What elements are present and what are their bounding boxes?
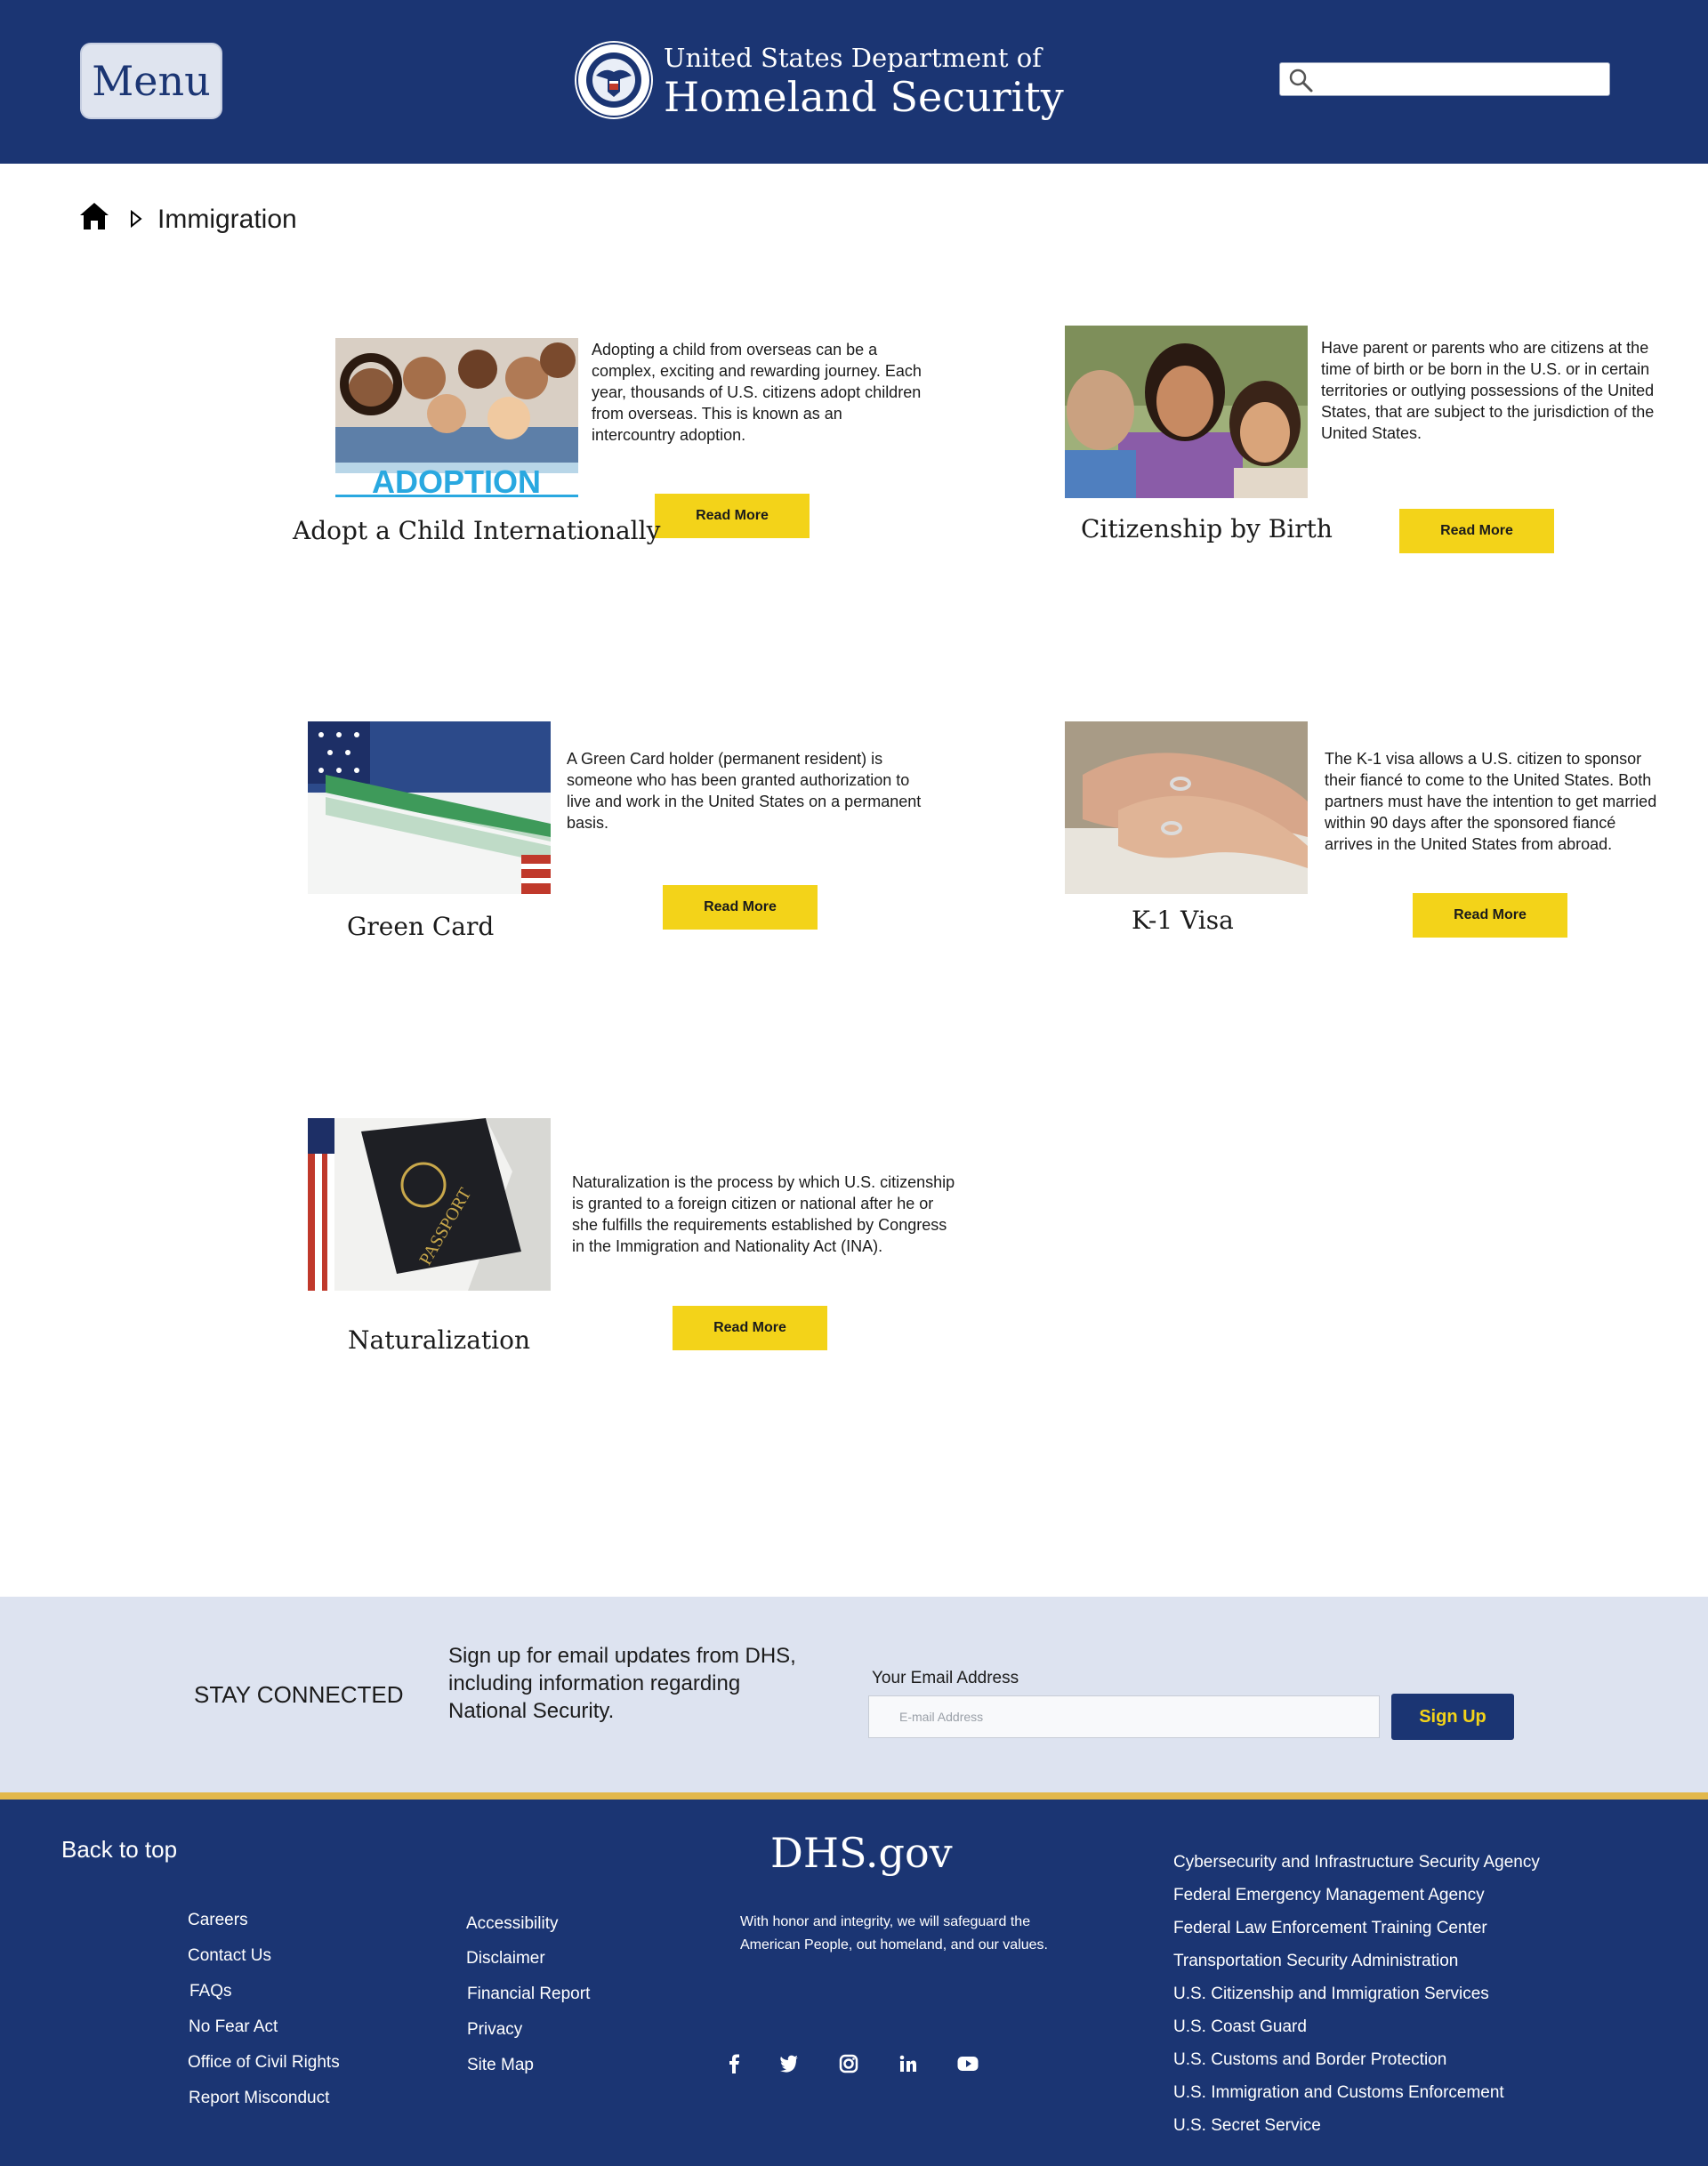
linkedin-icon[interactable] [896, 2051, 921, 2076]
footer-link-no-fear-act[interactable]: No Fear Act [189, 2017, 278, 2037]
twitter-icon[interactable] [777, 2051, 802, 2076]
search-input[interactable] [1319, 63, 1607, 97]
read-more-citizenship-button[interactable]: Read More [1399, 509, 1554, 553]
card-description: Naturalization is the process by which U… [572, 1173, 955, 1255]
footer-link-report-misconduct[interactable]: Report Misconduct [189, 2089, 329, 2108]
card-title-citizenship[interactable]: Citizenship by Birth [1081, 514, 1333, 544]
stay-connected-description: Sign up for email updates from DHS, incl… [448, 1644, 796, 1723]
card-description: A Green Card holder (permanent resident)… [567, 750, 922, 832]
card-title-adopt[interactable]: Adopt a Child Internationally [293, 516, 660, 545]
card-title-k1-visa[interactable]: K-1 Visa [1132, 906, 1234, 935]
breadcrumb-current: Immigration [157, 205, 297, 234]
adoption-image[interactable]: ADOPTION [335, 329, 578, 498]
agency-link-ice[interactable]: U.S. Immigration and Customs Enforcement [1173, 2083, 1504, 2103]
menu-button[interactable]: Menu [80, 43, 222, 119]
footer-link-careers[interactable]: Careers [188, 1911, 248, 1930]
search-icon[interactable] [1287, 67, 1314, 93]
breadcrumb-arrow-icon [129, 209, 143, 229]
agency-link-uscis[interactable]: U.S. Citizenship and Immigration Service… [1173, 1985, 1489, 2004]
agency-link-fletc[interactable]: Federal Law Enforcement Training Center [1173, 1919, 1487, 1938]
naturalization-image[interactable]: PASSPORT [308, 1118, 551, 1291]
footer-link-contact-us[interactable]: Contact Us [188, 1946, 271, 1966]
dept-name-line1: United States Department of [664, 43, 1042, 73]
stay-connected-title: STAY CONNECTED [194, 1681, 404, 1708]
read-more-adopt-button[interactable]: Read More [655, 494, 810, 538]
footer-link-accessibility[interactable]: Accessibility [466, 1914, 558, 1934]
facebook-icon[interactable] [721, 2051, 746, 2076]
youtube-icon[interactable] [955, 2051, 980, 2076]
agency-link-uscg[interactable]: U.S. Coast Guard [1173, 2017, 1307, 2037]
footer-link-site-map[interactable]: Site Map [467, 2056, 534, 2075]
instagram-icon[interactable] [836, 2051, 861, 2076]
agency-link-tsa[interactable]: Transportation Security Administration [1173, 1952, 1458, 1971]
card-description: Have parent or parents who are citizens … [1321, 339, 1655, 442]
dhs-seal-icon[interactable] [574, 40, 654, 120]
footer-site-name[interactable]: DHS.gov [770, 1829, 953, 1877]
home-icon[interactable] [78, 200, 110, 232]
email-label: Your Email Address [872, 1669, 1019, 1687]
footer-link-faqs[interactable]: FAQs [189, 1982, 232, 2001]
card-title-green-card[interactable]: Green Card [347, 912, 494, 941]
footer-link-privacy[interactable]: Privacy [467, 2020, 522, 2040]
footer-link-civil-rights[interactable]: Office of Civil Rights [188, 2053, 340, 2073]
read-more-naturalization-button[interactable]: Read More [673, 1306, 827, 1350]
k1-visa-image[interactable] [1065, 721, 1308, 894]
back-to-top-link[interactable]: Back to top [61, 1836, 177, 1864]
agency-link-cbp[interactable]: U.S. Customs and Border Protection [1173, 2050, 1446, 2070]
card-description: The K-1 visa allows a U.S. citizen to sp… [1325, 750, 1657, 853]
agency-link-usss[interactable]: U.S. Secret Service [1173, 2116, 1321, 2136]
dept-name-line2[interactable]: Homeland Security [664, 73, 1064, 121]
adoption-image-caption: ADOPTION [372, 463, 541, 498]
green-card-image[interactable] [308, 721, 551, 894]
citizenship-image[interactable] [1065, 326, 1308, 498]
sign-up-button[interactable]: Sign Up [1391, 1694, 1514, 1740]
footer-tagline: With honor and integrity, we will safegu… [740, 1914, 1048, 1953]
footer-link-financial-report[interactable]: Financial Report [467, 1985, 590, 2004]
card-description: Adopting a child from overseas can be a … [592, 341, 922, 444]
search-box [1279, 62, 1610, 97]
agency-link-fema[interactable]: Federal Emergency Management Agency [1173, 1886, 1485, 1905]
footer-divider [0, 1792, 1708, 1800]
agency-link-cisa[interactable]: Cybersecurity and Infrastructure Securit… [1173, 1853, 1540, 1872]
footer-link-disclaimer[interactable]: Disclaimer [466, 1949, 545, 1969]
read-more-k1-visa-button[interactable]: Read More [1413, 893, 1567, 938]
read-more-green-card-button[interactable]: Read More [663, 885, 818, 930]
card-title-naturalization[interactable]: Naturalization [348, 1325, 530, 1355]
email-field[interactable] [868, 1695, 1380, 1738]
